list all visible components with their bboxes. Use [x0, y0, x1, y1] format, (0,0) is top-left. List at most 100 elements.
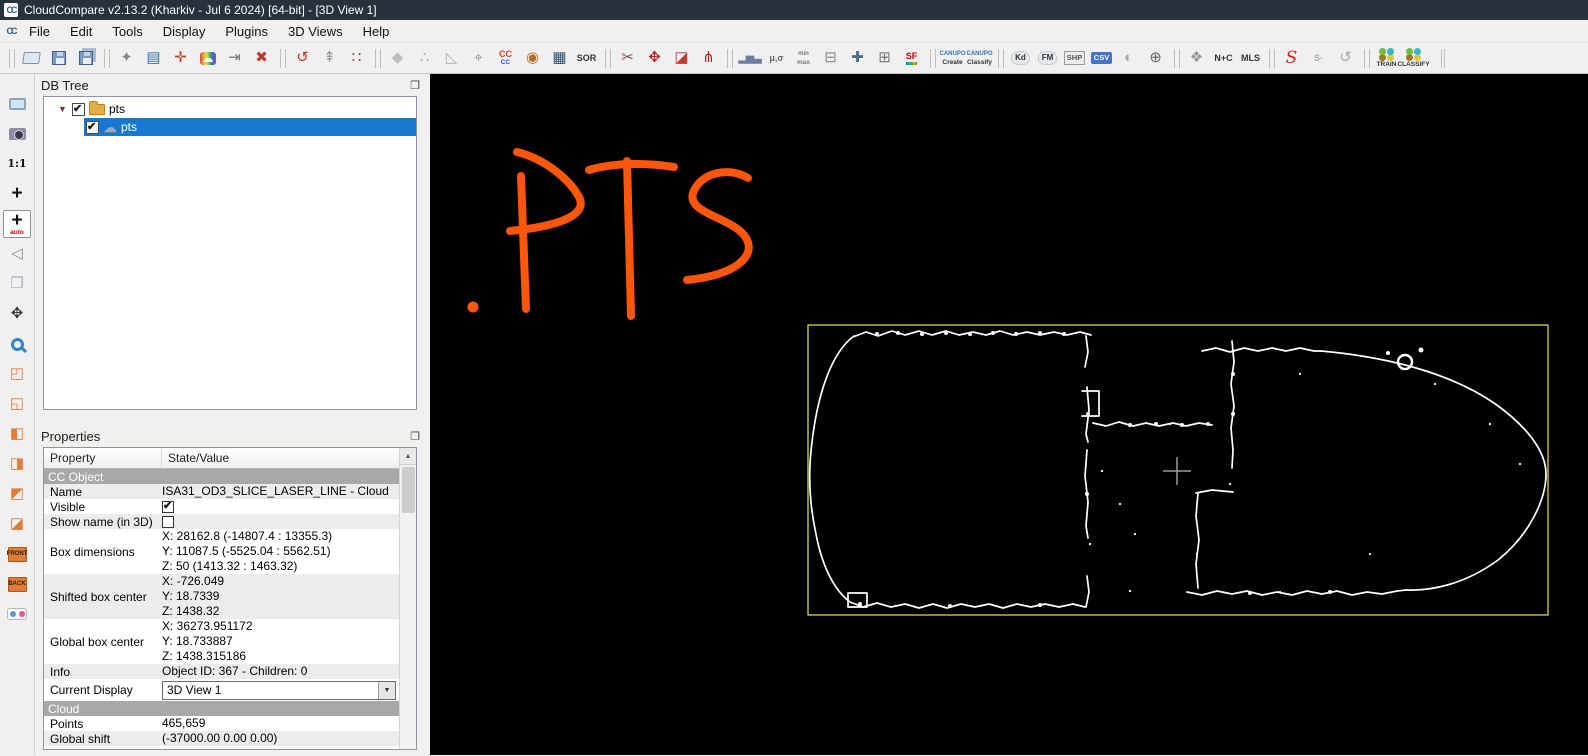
convex-hull-icon[interactable]: ◆ [384, 45, 411, 72]
subsample-icon[interactable]: ∷ [343, 45, 370, 72]
view-right-icon[interactable]: ◪ [3, 510, 31, 538]
display-options-icon[interactable] [3, 90, 31, 118]
menu-item[interactable]: File [20, 22, 59, 41]
sample-points-icon[interactable]: ∴ [411, 45, 438, 72]
viewport-svg[interactable] [430, 74, 1588, 755]
menu-item[interactable]: Display [154, 22, 215, 41]
current-display-dropdown[interactable]: 3D View 1 ▼ [162, 681, 396, 700]
column-header-property[interactable]: Property [44, 448, 162, 469]
pivot-visibility-icon[interactable]: ✦ [113, 45, 140, 72]
point-cloud-blob [1386, 351, 1390, 355]
fit-distribution-icon[interactable]: μ,σ [763, 45, 790, 72]
compute-normals-icon[interactable]: ⇞ [316, 45, 343, 72]
dropdown-arrow-icon[interactable]: ▼ [378, 682, 395, 699]
tree-item-group[interactable]: ▼ pts [44, 100, 416, 118]
chunk-icon[interactable]: ▦ [546, 45, 573, 72]
add-icon[interactable]: ✚ [844, 45, 871, 72]
visibility-checkbox[interactable] [72, 103, 85, 116]
mesh-sampling-icon[interactable]: ◺ [438, 45, 465, 72]
selected-row[interactable]: ☁ pts [84, 118, 416, 136]
bubble-view-icon[interactable]: ❒ [3, 270, 31, 298]
sor-filter-icon[interactable]: SOR [573, 45, 600, 72]
sf-arithmetic-icon[interactable]: ⊞ [871, 45, 898, 72]
zoom-1-1-icon[interactable]: 1:1 [3, 150, 31, 178]
translate-rotate-icon[interactable]: ✥ [641, 45, 668, 72]
cross-section-icon[interactable]: ◪ [668, 45, 695, 72]
menu-item[interactable]: Plugins [216, 22, 277, 41]
point-pair-align-icon[interactable]: ⌖ [465, 45, 492, 72]
tree-item-cloud[interactable]: ☁ pts [44, 118, 416, 136]
zoom-mode-icon[interactable] [3, 330, 31, 358]
save-icon[interactable] [45, 45, 72, 72]
unroll-icon[interactable]: ↺ [1332, 45, 1359, 72]
point-cloud-blob [944, 331, 948, 335]
sf-color-scale-icon[interactable]: SF [898, 45, 925, 72]
menu-item[interactable]: Help [354, 22, 399, 41]
point-cloud-dot [1089, 543, 1091, 545]
view-back-icon[interactable]: ◨ [3, 450, 31, 478]
view-top-icon[interactable]: ◰ [3, 360, 31, 388]
console-list-icon[interactable]: ▤ [140, 45, 167, 72]
apply-transformation-icon[interactable]: ⇥ [221, 45, 248, 72]
segment-icon[interactable]: ✂ [614, 45, 641, 72]
shp-file-icon[interactable]: SHP [1061, 45, 1088, 72]
delete-scalar-field-icon[interactable]: ⊟ [817, 45, 844, 72]
checkbox[interactable] [162, 501, 174, 513]
view-bottom-icon[interactable]: ◱ [3, 390, 31, 418]
canupo-classify-icon[interactable]: CANUPO Classify [966, 45, 993, 72]
pan-mode-icon[interactable]: ✥ [3, 300, 31, 328]
expander-icon[interactable]: ▼ [58, 104, 68, 114]
pick-rotation-center-icon[interactable]: + [3, 180, 31, 208]
csv-file-icon[interactable]: CSV [1088, 45, 1115, 72]
view-front-iso-icon[interactable]: FRONT [3, 540, 31, 568]
db-tree[interactable]: ▼ pts ☁ pts [43, 96, 417, 410]
visibility-checkbox[interactable] [86, 121, 99, 134]
rotate-view-icon[interactable]: ◁ [3, 240, 31, 268]
masc-train-icon[interactable]: TRAIN [1373, 45, 1400, 72]
plugins-icon[interactable]: ❖ [1183, 45, 1210, 72]
scroll-up-icon[interactable]: ▲ [400, 448, 416, 465]
normals-curvature-icon[interactable]: N+C [1210, 45, 1237, 72]
save-all-icon[interactable] [72, 45, 99, 72]
auto-pick-center-icon[interactable]: + auto [3, 210, 31, 238]
canupo-create-icon[interactable]: CANUPO Create [939, 45, 966, 72]
level-icon[interactable]: ⋔ [695, 45, 722, 72]
scroll-thumb[interactable] [402, 467, 415, 513]
open-icon[interactable] [18, 45, 45, 72]
undock-icon[interactable]: ❐ [410, 430, 420, 443]
menu-item[interactable]: 3D Views [279, 22, 352, 41]
point-cloud-blob [1206, 422, 1210, 426]
dip-sphere-icon[interactable]: ◐ [1115, 45, 1142, 72]
curve-points-icon[interactable]: S· [1305, 45, 1332, 72]
point-picking-icon[interactable]: ✛ [167, 45, 194, 72]
viewport-3d[interactable] [430, 74, 1588, 755]
checkbox[interactable] [162, 516, 174, 528]
mls-icon[interactable]: MLS [1237, 45, 1264, 72]
undock-icon[interactable]: ❐ [410, 79, 420, 92]
primitive-factory-icon[interactable]: ◉ [519, 45, 546, 72]
fm-icon[interactable]: FM [1034, 45, 1061, 72]
clone-icon[interactable]: ☁ [194, 45, 221, 72]
screenshot-icon[interactable] [3, 120, 31, 148]
point-cloud-blob [1038, 331, 1042, 335]
menu-item[interactable]: Tools [103, 22, 151, 41]
point-cloud-wall [1187, 590, 1406, 595]
kd-tree-icon[interactable]: Kd [1007, 45, 1034, 72]
globe-icon[interactable]: ⊕ [1142, 45, 1169, 72]
delete-icon[interactable]: ✖ [248, 45, 275, 72]
menu-item[interactable]: Edit [61, 22, 101, 41]
masc-classify-icon[interactable]: CLASSIFY [1400, 45, 1427, 72]
cloud-cloud-distance-icon[interactable]: CC CC [492, 45, 519, 72]
property-row: Global shift (-37000.00 0.00 0.00) (-370… [44, 731, 399, 746]
stereo-mode-icon[interactable] [3, 600, 31, 628]
view-front-icon[interactable]: ◧ [3, 420, 31, 448]
property-value: ▼ [162, 516, 399, 528]
view-back-iso-icon[interactable]: BACK [3, 570, 31, 598]
curve-fit-icon[interactable]: S [1278, 45, 1305, 72]
histogram-icon[interactable]: ▂▅▃ [736, 45, 763, 72]
view-left-icon[interactable]: ◩ [3, 480, 31, 508]
filter-by-value-icon[interactable]: min max [790, 45, 817, 72]
scrollbar[interactable]: ▲ [399, 448, 416, 749]
column-header-value[interactable]: State/Value [162, 448, 399, 469]
register-icon[interactable]: ↺ [289, 45, 316, 72]
